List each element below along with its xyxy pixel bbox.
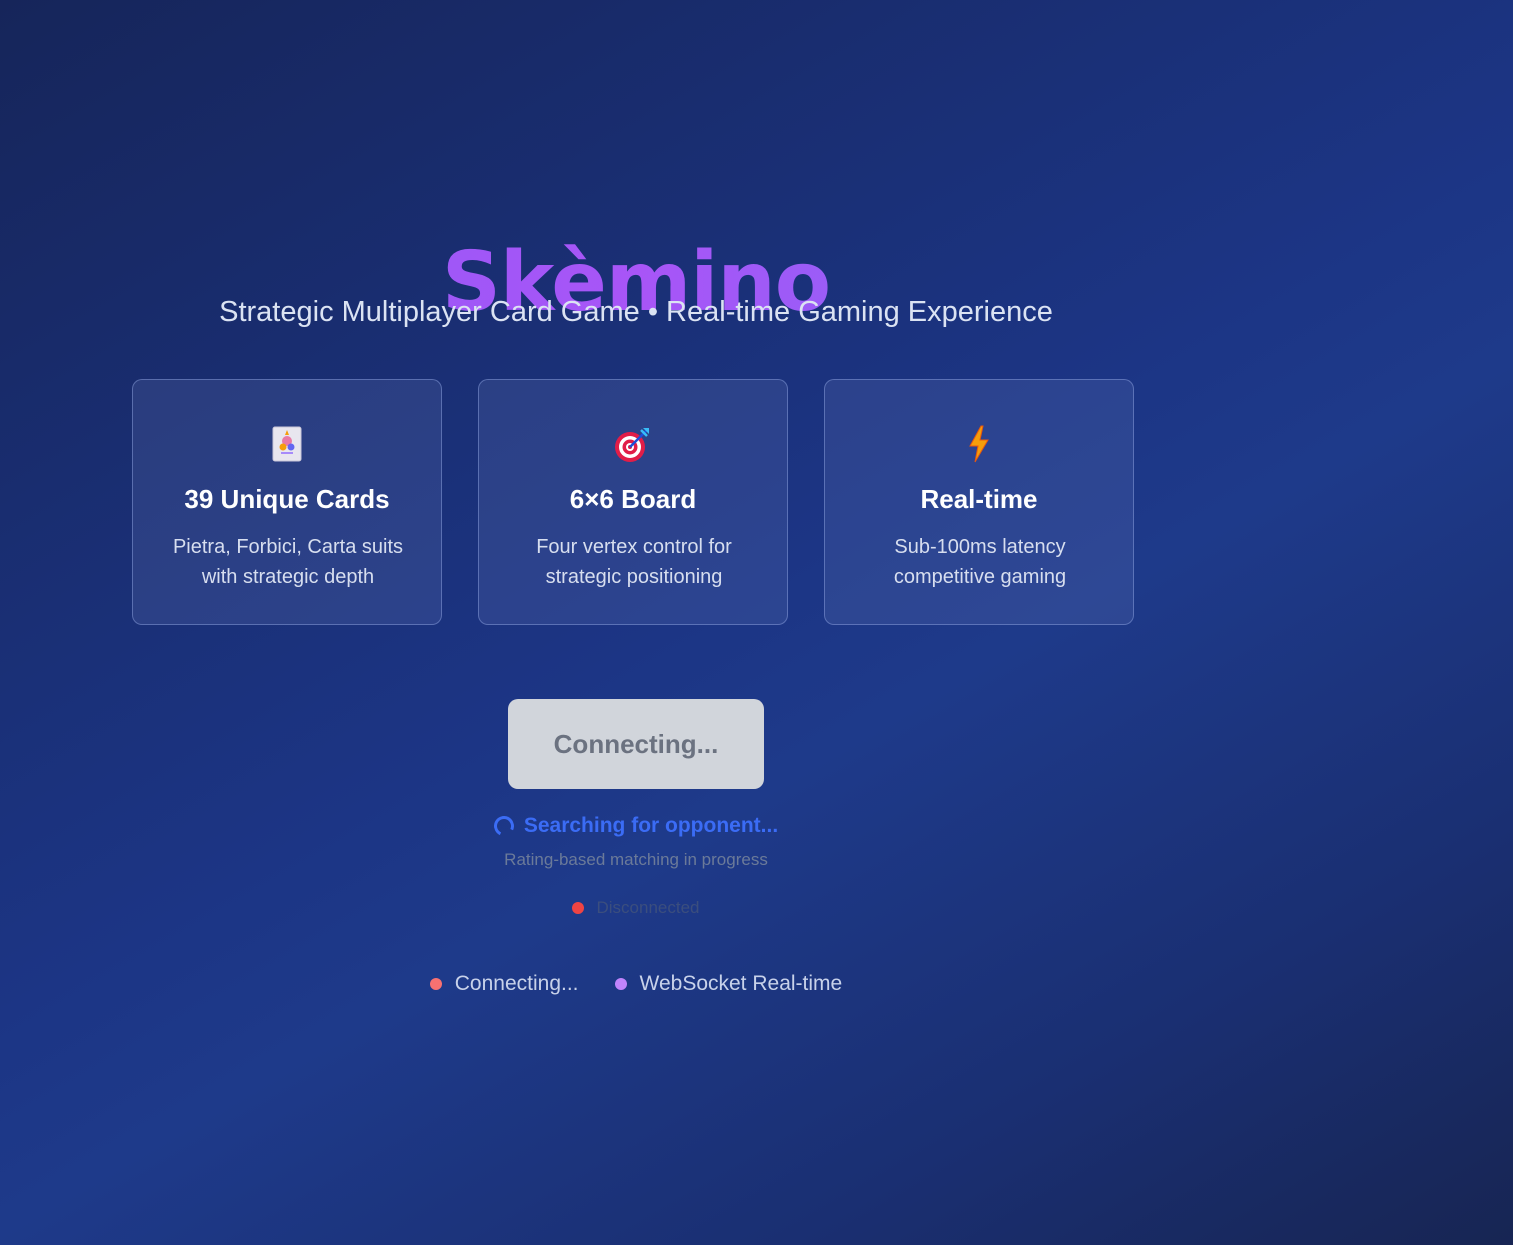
connection-status: Disconnected xyxy=(0,898,1272,918)
connection-dot-icon xyxy=(429,978,442,990)
feature-card-cards: 39 Unique Cards Pietra, Forbici, Carta s… xyxy=(132,379,442,625)
connect-button[interactable]: Connecting... xyxy=(508,699,764,789)
feature-title: 6×6 Board xyxy=(569,484,697,514)
status-dot-icon xyxy=(572,902,585,914)
searching-indicator: Searching for opponent... xyxy=(0,813,1272,839)
footer-transport: WebSocket Real-time xyxy=(614,972,843,996)
features-row: 39 Unique Cards Pietra, Forbici, Carta s… xyxy=(132,379,1134,625)
feature-description: Sub-100ms latency competitive gaming xyxy=(893,536,1067,588)
footer-transport-label: WebSocket Real-time xyxy=(639,972,843,995)
searching-text: Searching for opponent... xyxy=(523,814,779,837)
feature-title: Real-time xyxy=(920,484,1038,514)
lightning-icon xyxy=(825,424,1133,464)
footer-connection-label: Connecting... xyxy=(454,972,579,995)
target-icon xyxy=(479,424,787,464)
feature-description: Pietra, Forbici, Carta suits with strate… xyxy=(172,536,404,588)
footer-connection: Connecting... xyxy=(429,972,579,996)
feature-card-board: 6×6 Board Four vertex control for strate… xyxy=(478,379,788,625)
app-subtitle: Strategic Multiplayer Card Game • Real-t… xyxy=(219,296,1053,328)
rating-status-text: Rating-based matching in progress xyxy=(504,850,768,869)
playing-cards-icon xyxy=(133,424,441,464)
feature-card-realtime: Real-time Sub-100ms latency competitive … xyxy=(824,379,1134,625)
footer-status-bar: Connecting... WebSocket Real-time xyxy=(0,972,1272,996)
feature-title: 39 Unique Cards xyxy=(184,484,390,514)
feature-description: Four vertex control for strategic positi… xyxy=(536,536,732,588)
websocket-dot-icon xyxy=(614,978,627,990)
loading-spinner-icon xyxy=(491,813,517,839)
connection-status-label: Disconnected xyxy=(596,898,700,917)
